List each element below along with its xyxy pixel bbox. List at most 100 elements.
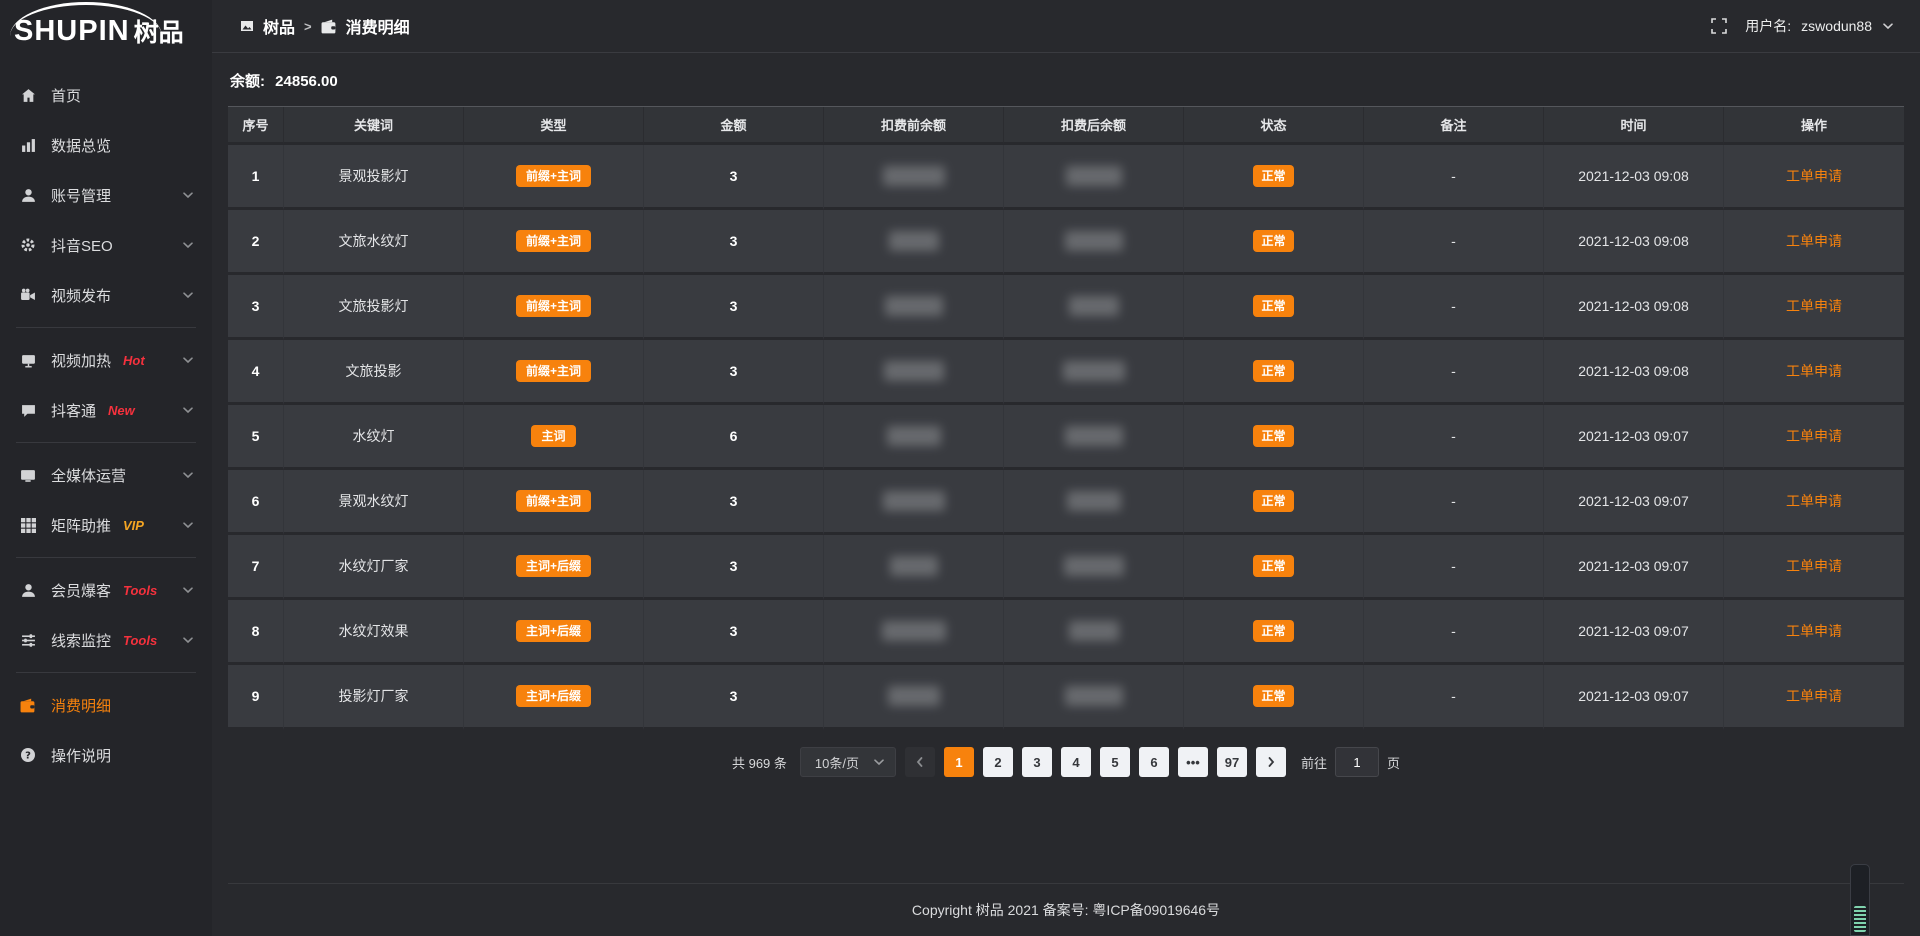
- menu-divider: [16, 327, 196, 328]
- sidebar-item-label: 抖音SEO: [51, 235, 113, 256]
- type-cell: 主词+后缀: [464, 600, 644, 665]
- table-row: 7水纹灯厂家主词+后缀3正常-2021-12-03 09:07工单申请: [228, 535, 1904, 600]
- prev-page-button[interactable]: [905, 747, 935, 777]
- sidebar-item-matrix[interactable]: 矩阵助推VIP: [0, 500, 212, 550]
- time-cell: 2021-12-03 09:08: [1544, 210, 1724, 275]
- page-button-2[interactable]: 2: [983, 747, 1013, 777]
- sidebar-item-heat[interactable]: 视频加热Hot: [0, 335, 212, 385]
- work-order-link[interactable]: 工单申请: [1786, 363, 1842, 379]
- status-cell: 正常: [1184, 665, 1364, 730]
- next-page-button[interactable]: [1256, 747, 1286, 777]
- row-index-cell: 8: [228, 600, 284, 665]
- sidebar-item-consume[interactable]: 消费明细: [0, 680, 212, 730]
- row-index-cell: 7: [228, 535, 284, 600]
- chevron-down-icon: [182, 404, 194, 416]
- bar-chart-icon: [18, 138, 38, 153]
- goto-label: 前往: [1301, 753, 1327, 772]
- page-button-3[interactable]: 3: [1022, 747, 1052, 777]
- breadcrumb-root[interactable]: 树品: [263, 14, 295, 38]
- time-cell: 2021-12-03 09:07: [1544, 470, 1724, 535]
- masked-post-balance: [1066, 166, 1122, 186]
- sidebar-item-douketong[interactable]: 抖客通New: [0, 385, 212, 435]
- table-row: 2文旅水纹灯前缀+主词3正常-2021-12-03 09:08工单申请: [228, 210, 1904, 275]
- display-icon: [18, 353, 38, 368]
- breadcrumb: 树品 > 消费明细: [240, 14, 410, 38]
- goto-page-input[interactable]: [1335, 747, 1379, 777]
- keyword-cell: 景观水纹灯: [284, 470, 464, 535]
- work-order-link[interactable]: 工单申请: [1786, 233, 1842, 249]
- status-badge: 正常: [1253, 230, 1293, 252]
- keyword-cell: 文旅水纹灯: [284, 210, 464, 275]
- sidebar-item-badge: VIP: [123, 518, 144, 533]
- wallet-icon: [18, 698, 38, 713]
- sidebar-item-media[interactable]: 全媒体运营: [0, 450, 212, 500]
- page-button-5[interactable]: 5: [1100, 747, 1130, 777]
- remark-cell: -: [1364, 405, 1544, 470]
- masked-pre-balance: [884, 361, 944, 381]
- consumption-table: 序号关键词类型金额扣费前余额扣费后余额状态备注时间操作 1景观投影灯前缀+主词3…: [228, 106, 1904, 730]
- page-button-97[interactable]: 97: [1217, 747, 1247, 777]
- work-order-link[interactable]: 工单申请: [1786, 493, 1842, 509]
- work-order-link[interactable]: 工单申请: [1786, 298, 1842, 314]
- floating-widget[interactable]: [1850, 864, 1870, 936]
- sidebar-item-label: 账号管理: [51, 185, 111, 206]
- fullscreen-icon[interactable]: [1711, 18, 1727, 34]
- chevron-down-icon: [182, 239, 194, 251]
- sidebar-item-label: 视频发布: [51, 285, 111, 306]
- app-window: SHUPIN 树品 首页数据总览账号管理抖音SEO 视频发布视频加热Hot抖客通N…: [0, 0, 1920, 936]
- footer: Copyright 树品 2021 备案号: 粤ICP备09019646号: [228, 883, 1904, 936]
- monitor-icon: [18, 468, 38, 483]
- page-button-6[interactable]: 6: [1139, 747, 1169, 777]
- remark-cell: -: [1364, 535, 1544, 600]
- sidebar-item-help[interactable]: ?操作说明: [0, 730, 212, 780]
- sidebar-item-account[interactable]: 账号管理: [0, 170, 212, 220]
- type-cell: 前缀+主词: [464, 210, 644, 275]
- type-badge: 前缀+主词: [516, 165, 591, 187]
- work-order-link[interactable]: 工单申请: [1786, 623, 1842, 639]
- sidebar-item-home[interactable]: 首页: [0, 70, 212, 120]
- type-badge: 前缀+主词: [516, 295, 591, 317]
- masked-post-balance: [1069, 296, 1119, 316]
- page-button-4[interactable]: 4: [1061, 747, 1091, 777]
- page-button-1[interactable]: 1: [944, 747, 974, 777]
- chevron-down-icon[interactable]: [1882, 20, 1894, 32]
- page-size-select[interactable]: 10条/页: [800, 747, 896, 777]
- time-cell: 2021-12-03 09:08: [1544, 145, 1724, 210]
- user-icon: [18, 188, 38, 203]
- masked-post-balance: [1063, 361, 1125, 381]
- action-cell: 工单申请: [1724, 340, 1904, 405]
- page-ellipsis-button[interactable]: •••: [1178, 747, 1208, 777]
- post-balance-cell: [1004, 665, 1184, 730]
- amount-cell: 6: [644, 405, 824, 470]
- chevron-down-icon: [182, 289, 194, 301]
- sidebar-item-badge: Hot: [123, 353, 145, 368]
- main-area: 树品 > 消费明细 用户名: zswodun88 余额: 24856.00 序号…: [212, 0, 1920, 936]
- sidebar-item-seo[interactable]: 抖音SEO: [0, 220, 212, 270]
- status-cell: 正常: [1184, 470, 1364, 535]
- sidebar-item-label: 消费明细: [51, 695, 111, 716]
- pre-balance-cell: [824, 145, 1004, 210]
- sidebar-item-member[interactable]: 会员爆客Tools: [0, 565, 212, 615]
- work-order-link[interactable]: 工单申请: [1786, 558, 1842, 574]
- work-order-link[interactable]: 工单申请: [1786, 428, 1842, 444]
- action-cell: 工单申请: [1724, 210, 1904, 275]
- keyword-cell: 水纹灯厂家: [284, 535, 464, 600]
- sidebar-item-overview[interactable]: 数据总览: [0, 120, 212, 170]
- goto-page: 前往 页: [1301, 747, 1400, 777]
- page-buttons: 123456 ••• 97: [944, 747, 1247, 777]
- sidebar-item-clue[interactable]: 线索监控Tools: [0, 615, 212, 665]
- work-order-link[interactable]: 工单申请: [1786, 168, 1842, 184]
- username-value[interactable]: zswodun88: [1801, 18, 1872, 34]
- time-cell: 2021-12-03 09:07: [1544, 665, 1724, 730]
- column-header-9: 操作: [1724, 107, 1904, 145]
- time-cell: 2021-12-03 09:07: [1544, 535, 1724, 600]
- work-order-link[interactable]: 工单申请: [1786, 688, 1842, 704]
- sidebar-item-label: 操作说明: [51, 745, 111, 766]
- sidebar-item-publish[interactable]: 视频发布: [0, 270, 212, 320]
- pre-balance-cell: [824, 470, 1004, 535]
- app-image-icon: [240, 19, 254, 33]
- status-badge: 正常: [1253, 555, 1293, 577]
- brand-logo: SHUPIN 树品: [0, 0, 212, 62]
- table-row: 5水纹灯主词6正常-2021-12-03 09:07工单申请: [228, 405, 1904, 470]
- masked-pre-balance: [889, 231, 939, 251]
